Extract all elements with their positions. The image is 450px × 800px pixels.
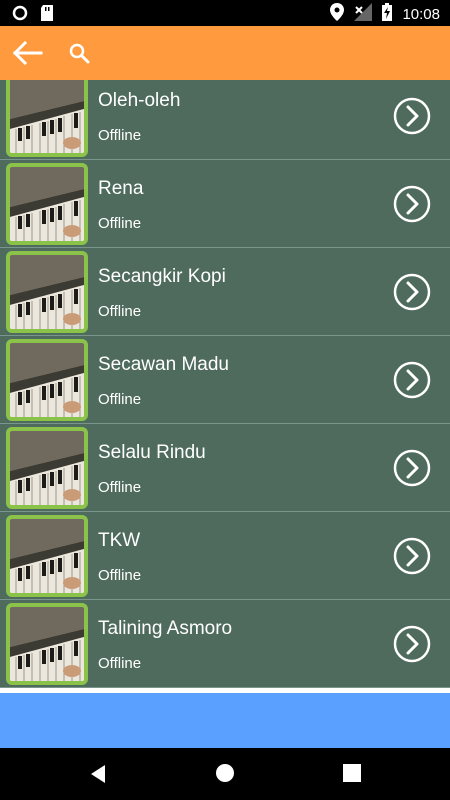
song-status: Offline <box>98 567 142 584</box>
song-thumbnail <box>6 80 88 157</box>
list-item[interactable]: Rena Offline <box>0 160 450 248</box>
list-item[interactable]: Talining Asmoro Offline <box>0 600 450 688</box>
search-button[interactable] <box>68 42 92 66</box>
battery-charging-icon <box>382 3 393 26</box>
nav-recents-button[interactable] <box>343 764 361 782</box>
song-thumbnail <box>6 163 88 245</box>
chevron-right-icon[interactable] <box>392 536 432 576</box>
song-title: TKW <box>98 530 141 551</box>
list-item[interactable]: Oleh-oleh Offline <box>0 80 450 160</box>
arrow-left-icon <box>12 40 43 66</box>
song-status: Offline <box>98 655 142 672</box>
nav-recents-icon <box>343 764 361 782</box>
list-item[interactable]: Selalu Rindu Offline <box>0 424 450 512</box>
nav-back-button[interactable] <box>88 764 108 784</box>
ad-banner[interactable] <box>0 693 450 748</box>
nav-home-button[interactable] <box>215 763 235 783</box>
app-screen: 10:08 Oleh-oleh Offline Rena Offline Secangk… <box>0 0 450 800</box>
song-thumbnail <box>6 251 88 333</box>
location-icon <box>330 3 345 26</box>
search-icon <box>69 43 90 64</box>
song-status: Offline <box>98 127 142 144</box>
list-item[interactable]: TKW Offline <box>0 512 450 600</box>
signal-off-icon <box>354 3 373 26</box>
song-list[interactable]: Oleh-oleh Offline Rena Offline Secangkir Kop… <box>0 80 450 688</box>
chevron-right-icon[interactable] <box>392 96 432 136</box>
song-thumbnail <box>6 515 88 597</box>
toolbar <box>0 26 450 80</box>
navigation-bar <box>0 748 450 800</box>
song-title: Secawan Madu <box>98 354 229 375</box>
song-status: Offline <box>98 303 142 320</box>
nav-back-icon <box>91 765 105 783</box>
song-thumbnail <box>6 339 88 421</box>
song-title: Talining Asmoro <box>98 618 233 639</box>
chevron-right-icon[interactable] <box>392 360 432 400</box>
chevron-right-icon[interactable] <box>392 184 432 224</box>
list-item[interactable]: Secawan Madu Offline <box>0 336 450 424</box>
song-title: Oleh-oleh <box>98 90 181 111</box>
song-thumbnail <box>6 603 88 685</box>
circle-notification-icon <box>12 5 28 26</box>
sd-card-icon <box>40 5 54 26</box>
chevron-right-icon[interactable] <box>392 448 432 488</box>
status-bar: 10:08 <box>0 0 450 26</box>
song-title: Selalu Rindu <box>98 442 206 463</box>
chevron-right-icon[interactable] <box>392 272 432 312</box>
song-title: Secangkir Kopi <box>98 266 226 287</box>
song-status: Offline <box>98 479 142 496</box>
song-thumbnail <box>6 427 88 509</box>
list-item[interactable]: Secangkir Kopi Offline <box>0 248 450 336</box>
song-status: Offline <box>98 391 142 408</box>
song-status: Offline <box>98 215 142 232</box>
nav-home-icon <box>216 764 234 782</box>
song-title: Rena <box>98 178 144 199</box>
status-time: 10:08 <box>402 5 440 23</box>
back-button[interactable] <box>12 38 44 68</box>
chevron-right-icon[interactable] <box>392 624 432 664</box>
